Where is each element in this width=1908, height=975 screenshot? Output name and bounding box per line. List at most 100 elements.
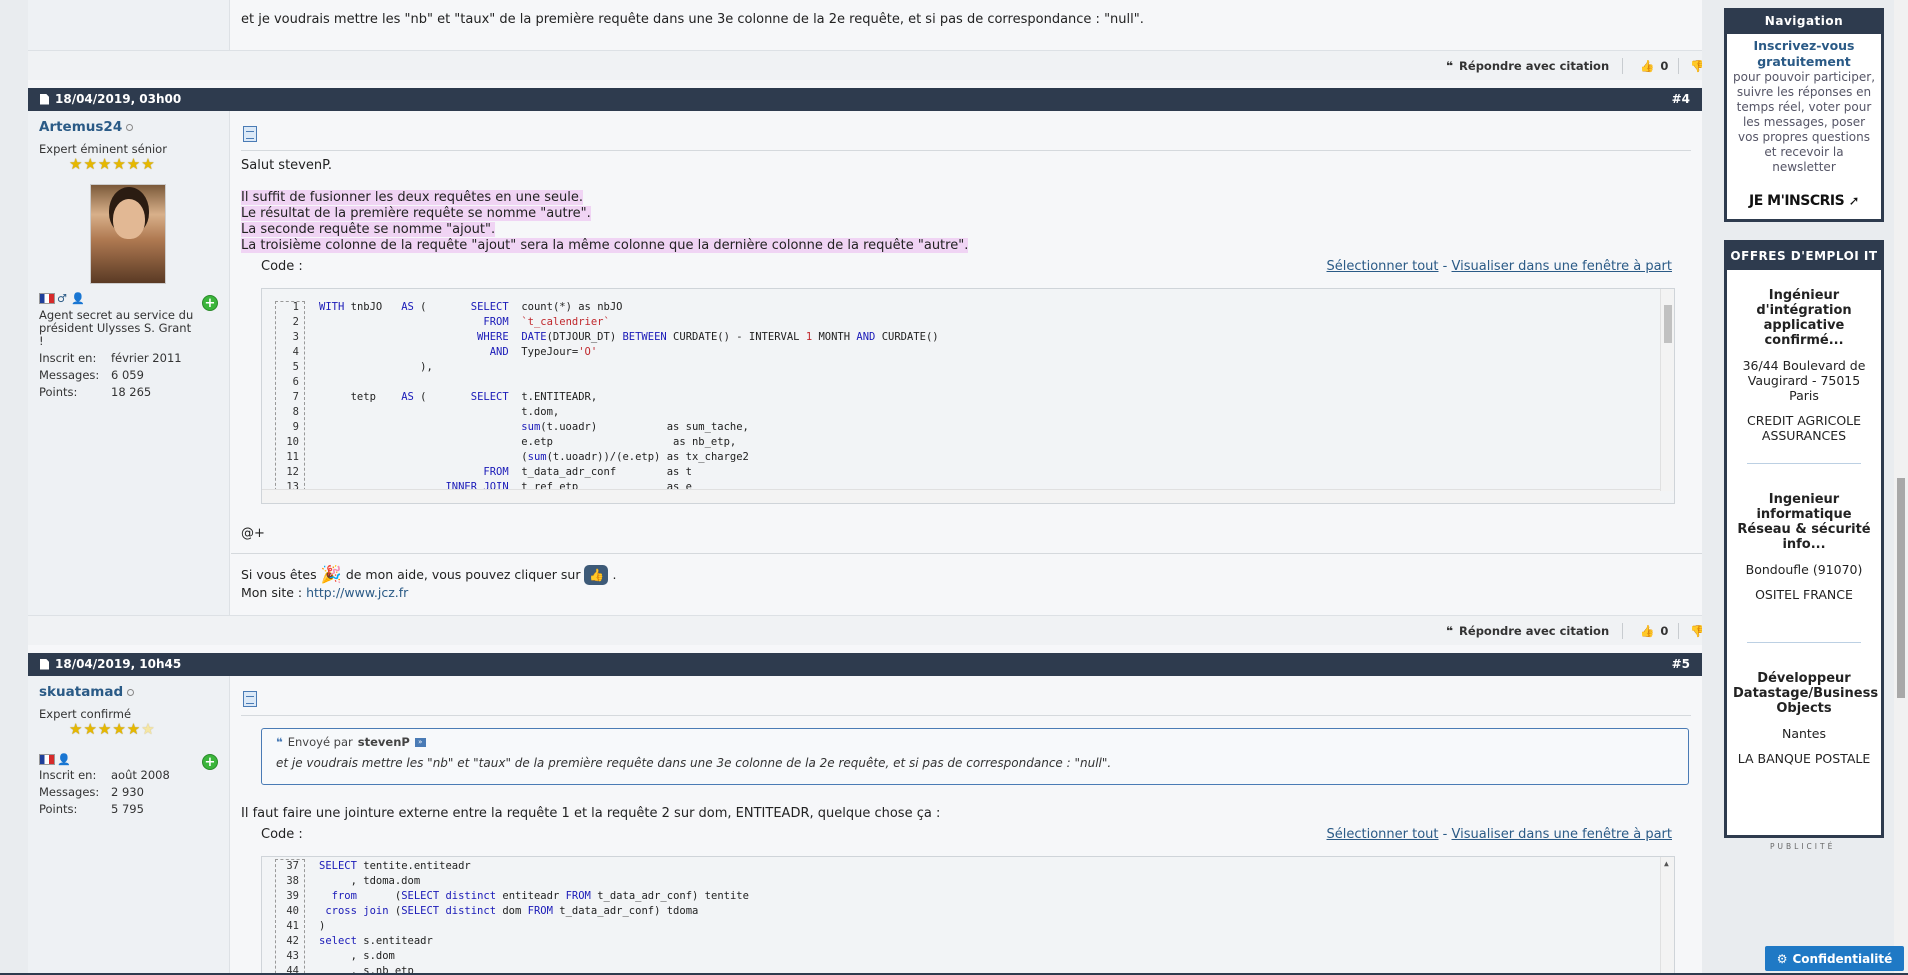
- highlighted-line: Il suffit de fusionner les deux requêtes…: [241, 190, 583, 205]
- select-all-link[interactable]: Sélectionner tout: [1327, 259, 1439, 274]
- code-block[interactable]: 1 WITH tnbJO AS ( SELECT count(*) as nbJO…: [261, 288, 1675, 504]
- code-text: AND TypeJour='O': [489, 346, 598, 358]
- quote-text: et je voudrais mettre les "nb" et "taux"…: [276, 756, 1112, 770]
- link-separator: -: [1442, 259, 1448, 274]
- code-scrollbar-vertical[interactable]: [1660, 289, 1674, 491]
- code-text: WITH tnbJO AS ( SELECT count(*) as nbJO: [319, 301, 623, 313]
- page-scrollbar[interactable]: [1894, 0, 1908, 975]
- thumbs-up-button-icon[interactable]: 👍: [584, 565, 609, 585]
- code-line: 41): [275, 919, 749, 934]
- code-line: 38 , tdoma.dom: [275, 874, 749, 889]
- quote-icon: ❝: [1446, 59, 1454, 73]
- offline-status-icon: [126, 123, 134, 131]
- page-scroll-thumb[interactable]: [1897, 478, 1905, 698]
- post-number[interactable]: #4: [1672, 92, 1690, 106]
- code-line: 42 select s.entiteadr: [275, 934, 749, 949]
- username-text: Artemus24: [39, 119, 123, 135]
- post-divider: [241, 150, 1691, 151]
- select-all-link[interactable]: Sélectionner tout: [1327, 827, 1439, 842]
- quote-header: ❝ Envoyé par stevenP »: [276, 735, 426, 749]
- divider: [1678, 58, 1679, 74]
- privacy-button[interactable]: ⚙ Confidentialité: [1765, 946, 1904, 971]
- stat-key: Messages:: [39, 368, 100, 382]
- line-number: 39: [286, 890, 299, 902]
- job-title[interactable]: Ingenieur informatique Réseau & sécurité…: [1733, 492, 1875, 552]
- reply-quote-label: Répondre avec citation: [1459, 59, 1610, 73]
- post-date-text: 18/04/2019, 03h00: [55, 92, 182, 106]
- post-body: Il faut faire une jointure externe entre…: [241, 806, 941, 821]
- person-icon: 👤: [71, 292, 85, 305]
- job-company: LA BANQUE POSTALE: [1737, 751, 1871, 766]
- job-company: CREDIT AGRICOLE ASSURANCES: [1746, 413, 1862, 443]
- job-offer[interactable]: Ingenieur informatique Réseau & sécurité…: [1727, 492, 1881, 602]
- code-line: 11 (sum(t.uoadr))/(e.etp) as tx_charge2: [275, 450, 939, 465]
- scroll-up-arrow-icon[interactable]: ▲: [1664, 859, 1669, 868]
- view-post-icon[interactable]: »: [414, 737, 426, 747]
- scroll-thumb[interactable]: [1664, 305, 1672, 343]
- user-stat-points: Points: 5 795: [39, 802, 144, 816]
- line-number: 41: [286, 920, 299, 932]
- reply-quote-button[interactable]: ❝ Répondre avec citation: [1446, 616, 1609, 646]
- job-title[interactable]: Développeur Datastage/Business Objects: [1733, 671, 1878, 716]
- code-line: 40 cross join (SELECT distinct dom FROM …: [275, 904, 749, 919]
- view-window-link[interactable]: Visualiser dans une fenêtre à part: [1452, 827, 1673, 842]
- code-text: SELECT tentite.entiteadr: [319, 860, 471, 872]
- quote-author[interactable]: stevenP: [358, 735, 410, 749]
- signature-pre: Si vous êtes: [241, 567, 317, 582]
- user-stat-joined: Inscrit en: février 2011: [39, 351, 182, 365]
- signup-highlight[interactable]: Inscrivez-vous gratuitement: [1753, 38, 1854, 69]
- line-number: 43: [286, 950, 299, 962]
- username[interactable]: skuatamad: [39, 684, 135, 700]
- dislike-button[interactable]: 👎 0: [1690, 51, 1702, 81]
- code-text: cross join (SELECT distinct dom FROM t_d…: [325, 905, 699, 917]
- like-button[interactable]: 👍 0: [1640, 51, 1668, 81]
- view-window-link[interactable]: Visualiser dans une fenêtre à part: [1452, 259, 1673, 274]
- post-icon: [40, 93, 49, 105]
- reply-quote-button[interactable]: ❝ Répondre avec citation: [1446, 51, 1609, 81]
- username[interactable]: Artemus24: [39, 119, 134, 135]
- site-link[interactable]: http://www.jcz.fr: [306, 585, 408, 600]
- username-text: skuatamad: [39, 684, 124, 700]
- code-line: 7 tetp AS ( SELECT t.ENTITEADR,: [275, 390, 939, 405]
- user-badges: ♂ 👤: [39, 292, 85, 305]
- job-offer[interactable]: Ingénieur d'intégration applicative conf…: [1727, 288, 1881, 443]
- code-scrollbar-horizontal[interactable]: [262, 489, 1660, 503]
- code-line: 5 ),: [275, 360, 939, 375]
- job-offer[interactable]: Développeur Datastage/Business Objects N…: [1727, 671, 1881, 766]
- user-info-panel: Artemus24 Expert éminent sénior ★★★★★★ ♂…: [28, 111, 230, 616]
- stat-value: août 2008: [111, 768, 170, 782]
- like-count: 0: [1660, 624, 1669, 638]
- post-action-bar: ❝ Répondre avec citation 👍 0 👎 0: [28, 50, 1702, 80]
- signup-promo: Inscrivez-vous gratuitement pour pouvoir…: [1727, 34, 1881, 179]
- line-number: 4: [292, 346, 299, 358]
- code-actions: Sélectionner tout - Visualiser dans une …: [1327, 827, 1673, 842]
- job-location: 36/44 Boulevard de Vaugirard - 75015 Par…: [1742, 358, 1866, 403]
- job-title[interactable]: Ingénieur d'intégration applicative conf…: [1733, 288, 1875, 348]
- thumbs-up-icon: 👍: [1640, 624, 1655, 638]
- france-flag-icon: [39, 292, 55, 304]
- code-line: 2 FROM `t_calendrier`: [275, 315, 939, 330]
- job-divider: [1747, 642, 1861, 643]
- code-block[interactable]: 37 SELECT tentite.entiteadr 38 , tdoma.dom…: [261, 856, 1675, 975]
- line-number: 37: [286, 860, 299, 872]
- user-stat-points: Points: 18 265: [39, 385, 151, 399]
- code-line: 8 t.dom,: [275, 405, 939, 420]
- signature-mid: de mon aide, vous pouvez cliquer sur: [345, 567, 581, 582]
- post-header: 18/04/2019, 10h45 #5: [28, 653, 1702, 676]
- code-scrollbar-vertical[interactable]: ▲: [1660, 857, 1674, 975]
- quote-icon: ❝: [1446, 624, 1454, 638]
- message-icon: [243, 126, 257, 142]
- dislike-button[interactable]: 👎 0: [1690, 616, 1702, 646]
- post-number[interactable]: #5: [1672, 657, 1690, 671]
- code-text: e.etp as nb_etp,: [319, 436, 737, 448]
- post-header: 18/04/2019, 03h00 #4: [28, 88, 1702, 111]
- online-status-icon[interactable]: +: [202, 295, 218, 311]
- line-number: 12: [286, 466, 299, 478]
- gear-icon: ⚙: [1776, 951, 1788, 966]
- online-status-icon[interactable]: +: [202, 754, 218, 770]
- like-button[interactable]: 👍 0: [1640, 616, 1668, 646]
- prev-post-user-col: [28, 0, 230, 50]
- code-actions: Sélectionner tout - Visualiser dans une …: [1327, 259, 1673, 274]
- signup-button[interactable]: JE M'INSCRIS ➚: [1727, 179, 1881, 215]
